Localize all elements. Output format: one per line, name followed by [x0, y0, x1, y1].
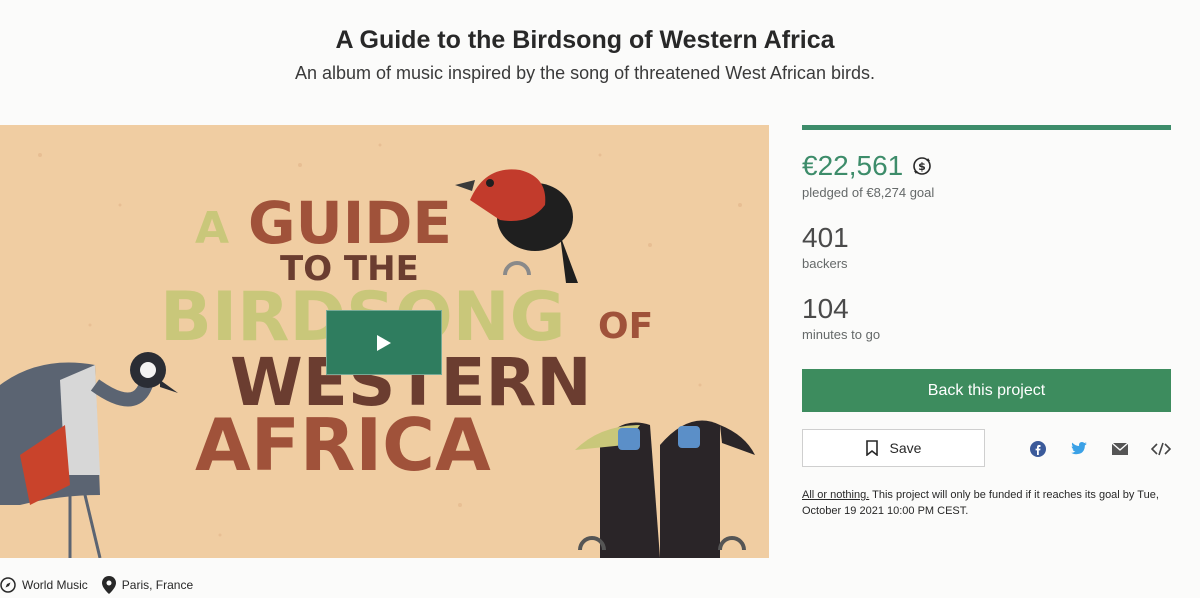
pledged-goal-label: pledged of €8,274 goal [802, 185, 935, 200]
category-label: World Music [22, 578, 88, 592]
project-meta: World Music Paris, France [0, 576, 207, 594]
artwork-line-of: OF [598, 306, 653, 347]
category-link[interactable]: World Music [0, 577, 88, 593]
bookmark-icon [865, 440, 878, 456]
pledged-amount-row: €22,561 $ [802, 149, 1171, 183]
map-pin-icon [101, 576, 116, 594]
hornbill-illustration [575, 420, 755, 558]
currency-conversion-icon[interactable]: $ [911, 155, 933, 177]
progress-fill [802, 125, 1171, 130]
svg-text:$: $ [918, 160, 926, 173]
compass-icon [0, 577, 16, 593]
embed-icon[interactable] [1151, 439, 1171, 459]
save-button[interactable]: Save [802, 429, 985, 467]
play-icon [377, 334, 391, 351]
funding-stats: €22,561 $ pledged of €8,274 goal 401 bac… [802, 125, 1171, 342]
back-project-button[interactable]: Back this project [802, 369, 1171, 412]
crane-illustration [0, 352, 178, 558]
save-label: Save [889, 440, 922, 456]
funding-note: All or nothing. This project will only b… [802, 487, 1171, 519]
pledged-amount: €22,561 [802, 150, 904, 181]
artwork-line-a: A [195, 203, 229, 254]
share-links [1028, 439, 1171, 459]
facebook-icon[interactable] [1028, 439, 1048, 459]
artwork-line-africa: AFRICA [195, 403, 491, 487]
bird-top-illustration [455, 169, 578, 283]
twitter-icon[interactable] [1069, 439, 1089, 459]
progress-bar [802, 125, 1171, 130]
location-label: Paris, France [121, 578, 194, 592]
video-player[interactable]: A GUIDE TO THE BIRDSONG OF WESTERN AFRIC… [0, 125, 769, 558]
page-subtitle: An album of music inspired by the song o… [295, 63, 875, 83]
play-button[interactable] [326, 310, 442, 375]
minutes-count: 104 [802, 293, 849, 324]
all-or-nothing-link[interactable]: All or nothing. [802, 489, 869, 501]
page-title: A Guide to the Birdsong of Western Afric… [335, 26, 835, 54]
artwork-line-guide: GUIDE [248, 189, 452, 257]
location-link[interactable]: Paris, France [101, 576, 194, 594]
email-icon[interactable] [1110, 439, 1130, 459]
minutes-label: minutes to go [802, 327, 881, 342]
backers-count: 401 [802, 222, 849, 253]
backers-label: backers [802, 256, 848, 271]
